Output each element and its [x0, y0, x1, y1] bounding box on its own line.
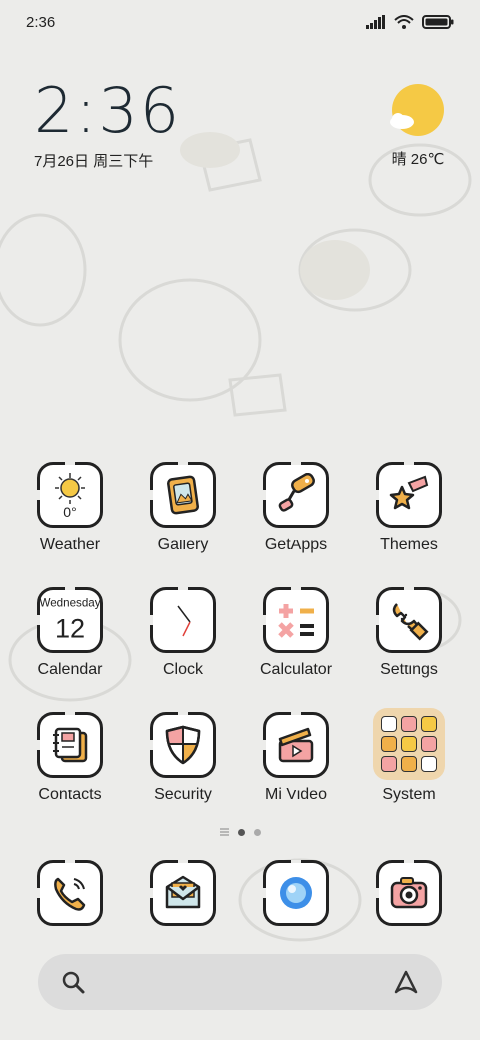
dock-browser[interactable]: [246, 860, 346, 938]
status-time: 2:36: [26, 13, 56, 31]
folder-icon: [373, 708, 445, 780]
gallery-icon: [167, 475, 199, 515]
battery-icon: [422, 15, 454, 29]
partly-sunny-icon: [390, 84, 444, 136]
wifi-icon: [394, 15, 414, 29]
folder-mini-icon: [421, 716, 437, 732]
dock-phone[interactable]: [20, 860, 120, 938]
search-icon[interactable]: [60, 969, 86, 995]
folder-mini-icon: [421, 736, 437, 752]
folder-mini-icon: [381, 736, 397, 752]
calendar-weekday: Wednesday: [40, 596, 100, 609]
weather-sun-icon: 0°: [55, 473, 85, 519]
folder-mini-icon: [421, 756, 437, 772]
browser-bubble-icon: [280, 877, 312, 909]
page-dot-active: [237, 828, 245, 836]
folder-mini-icon: [401, 736, 417, 752]
camera-icon: [390, 877, 428, 909]
app-gallery[interactable]: Gallery: [133, 462, 233, 554]
page-indicator[interactable]: [0, 828, 480, 836]
folder-mini-icon: [381, 716, 397, 732]
app-themes[interactable]: Themes: [359, 462, 459, 554]
app-system-folder[interactable]: System: [359, 708, 459, 804]
list-page-icon: [219, 828, 229, 836]
clock-widget[interactable]: 2:36 7月26日 周三下午: [34, 80, 181, 171]
signal-icon: [366, 15, 385, 29]
phone-icon: [54, 877, 86, 911]
folder-mini-icon: [401, 756, 417, 772]
video-clapper-icon: [278, 727, 314, 763]
dock-messages[interactable]: [133, 860, 233, 938]
dock-camera[interactable]: [359, 860, 459, 938]
app-settings[interactable]: Settings: [359, 587, 459, 679]
weather-temp-badge: 0°: [63, 504, 76, 519]
search-bar[interactable]: [38, 954, 442, 1010]
assistant-icon[interactable]: [392, 969, 420, 995]
paint-roller-icon: [278, 473, 315, 512]
app-label: System: [382, 786, 436, 803]
page-dot: [253, 828, 261, 836]
app-calculator[interactable]: Calculator: [246, 587, 346, 679]
app-clock[interactable]: Clock: [133, 587, 233, 679]
calculator-icon: [278, 604, 314, 638]
widget-time: 2:36: [34, 74, 182, 147]
shooting-star-icon: [389, 475, 429, 510]
app-contacts[interactable]: Contacts: [20, 712, 120, 804]
calendar-day: 12: [55, 612, 85, 643]
app-calendar[interactable]: Wednesday 12 Calendar: [20, 587, 120, 679]
calendar-icon: Wednesday 12: [40, 596, 100, 643]
status-bar: 2:36: [0, 0, 480, 44]
widget-date: 7月26日 周三下午: [34, 153, 154, 170]
weather-widget[interactable]: 晴 26℃: [388, 84, 444, 168]
weather-text: 晴 26℃: [391, 151, 445, 168]
contacts-notebook-icon: [53, 727, 88, 763]
clock-icon: [177, 605, 191, 637]
shield-icon: [165, 725, 201, 765]
app-security[interactable]: Security: [133, 712, 233, 804]
envelope-icon: [165, 875, 201, 909]
folder-mini-icon: [401, 716, 417, 732]
folder-mini-icon: [381, 756, 397, 772]
app-weather[interactable]: 0° Weather: [20, 462, 120, 554]
app-getapps[interactable]: GetApps: [246, 462, 346, 554]
wrench-icon: [392, 603, 429, 641]
app-mi-video[interactable]: Mi Video: [246, 712, 346, 804]
